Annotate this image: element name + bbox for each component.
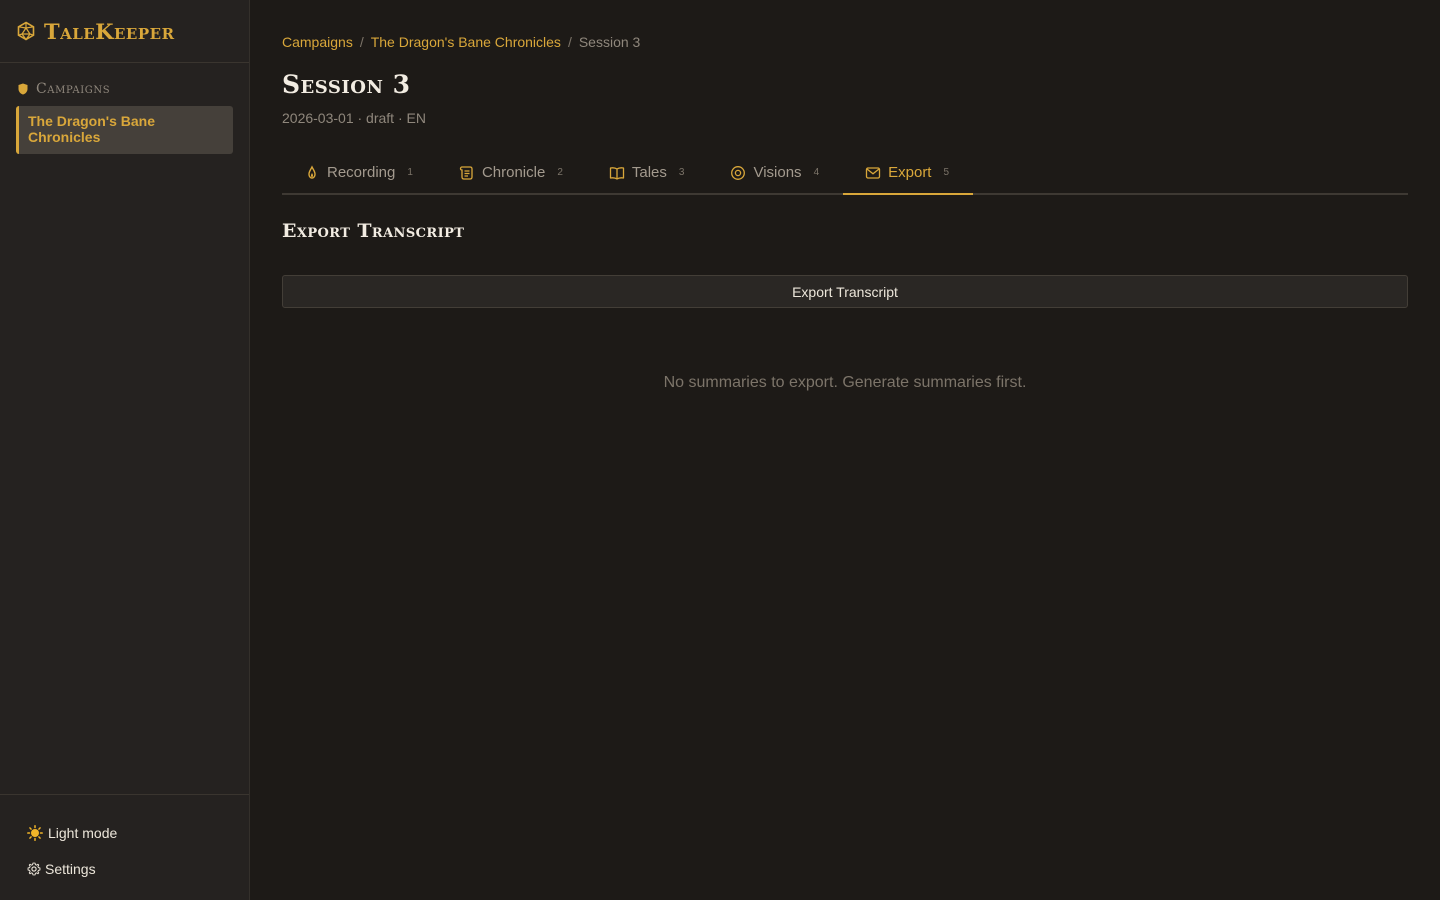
tab-number: 4 bbox=[813, 167, 820, 178]
book-icon bbox=[609, 166, 625, 180]
theme-toggle-label: Light mode bbox=[48, 825, 118, 841]
sidebar: TaleKeeper Campaigns The Dragon's Bane C… bbox=[0, 0, 250, 900]
tab-label: Export bbox=[888, 164, 932, 181]
tab-number: 1 bbox=[407, 167, 413, 178]
gear-icon bbox=[27, 862, 41, 876]
tab-label: Recording bbox=[327, 164, 396, 181]
scroll-icon bbox=[459, 165, 473, 180]
brand[interactable]: TaleKeeper bbox=[0, 0, 249, 63]
page-title: Session 3 bbox=[282, 70, 411, 99]
breadcrumb-separator: / bbox=[567, 34, 572, 50]
sidebar-campaign-label: The Dragon's Bane Chronicles bbox=[28, 113, 156, 145]
campaigns-section-header: Campaigns bbox=[0, 63, 249, 97]
tab-tales[interactable]: Tales 3 bbox=[587, 152, 709, 193]
sun-icon bbox=[27, 825, 43, 841]
tab-number: 2 bbox=[557, 167, 563, 178]
tab-label: Visions bbox=[753, 164, 802, 181]
d20-logo-icon bbox=[17, 21, 35, 41]
campaigns-section-label: Campaigns bbox=[36, 81, 111, 97]
session-meta: 2026-03-01 · draft · EN bbox=[282, 110, 426, 126]
tab-visions[interactable]: Visions 4 bbox=[708, 152, 843, 193]
breadcrumb-campaigns-link[interactable]: Campaigns bbox=[282, 34, 353, 50]
app-name: TaleKeeper bbox=[44, 18, 175, 44]
breadcrumb-campaign-link[interactable]: The Dragon's Bane Chronicles bbox=[371, 34, 561, 50]
breadcrumb: Campaigns / The Dragon's Bane Chronicles… bbox=[282, 34, 640, 50]
theme-toggle-button[interactable]: Light mode bbox=[27, 823, 249, 843]
eye-icon bbox=[731, 165, 746, 180]
breadcrumb-separator: / bbox=[359, 34, 364, 50]
export-section-title: Export Transcript bbox=[282, 220, 465, 242]
tab-label: Chronicle bbox=[481, 164, 546, 181]
export-transcript-button[interactable]: Export Transcript bbox=[282, 275, 1408, 308]
mail-icon bbox=[865, 166, 881, 179]
tab-recording[interactable]: Recording 1 bbox=[282, 152, 437, 193]
tab-number: 3 bbox=[678, 167, 685, 178]
tab-number: 5 bbox=[943, 167, 950, 178]
breadcrumb-current: Session 3 bbox=[578, 34, 641, 50]
session-tabs: Recording 1 Chronicle 2 Tales 3 Visions … bbox=[282, 152, 1408, 195]
sidebar-campaign-item[interactable]: The Dragon's Bane Chronicles bbox=[16, 106, 233, 154]
settings-label: Settings bbox=[45, 861, 96, 877]
tab-chronicle[interactable]: Chronicle 2 bbox=[437, 152, 587, 193]
sidebar-footer: Light mode Settings bbox=[0, 794, 249, 900]
empty-state-message: No summaries to export. Generate summari… bbox=[663, 374, 1027, 391]
tab-export[interactable]: Export 5 bbox=[843, 152, 973, 195]
tab-label: Tales bbox=[631, 164, 667, 181]
flame-icon bbox=[308, 164, 316, 179]
shield-icon bbox=[18, 83, 28, 95]
settings-button[interactable]: Settings bbox=[27, 859, 249, 879]
